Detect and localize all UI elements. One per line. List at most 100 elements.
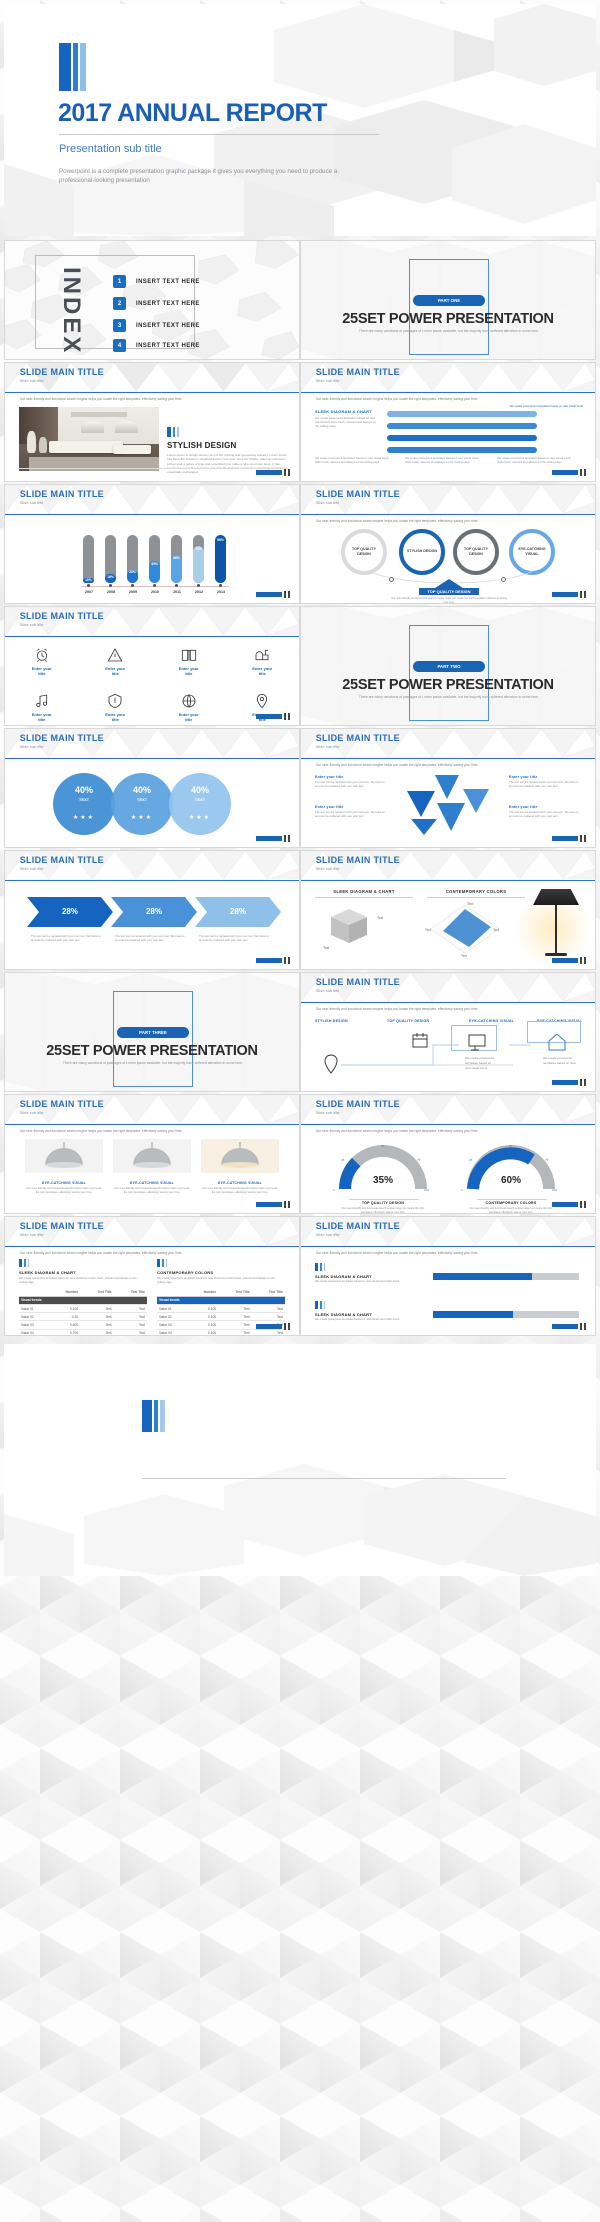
index-item-1[interactable]: 1 INSERT TEXT HERE bbox=[113, 275, 200, 288]
bullets-left-body: We create powerpoint templates based on … bbox=[315, 416, 376, 429]
slide-index[interactable]: INDEX 1 INSERT TEXT HERE 2 INSERT TEXT H… bbox=[4, 240, 300, 360]
index-item-4[interactable]: 4 INSERT TEXT HERE bbox=[113, 339, 200, 352]
icon-cell-music[interactable]: Enter your title bbox=[5, 693, 79, 723]
slide-icon-grid[interactable]: SLIDE MAIN TITLE Slide sub title Enter y… bbox=[4, 606, 300, 726]
svg-text:templates based on: templates based on bbox=[465, 1061, 492, 1065]
ring-3[interactable]: TOP QUALITY DESIGN bbox=[453, 529, 499, 575]
dome-lamp-icon bbox=[201, 1139, 279, 1173]
gauge-tick-75: 75 bbox=[417, 1158, 421, 1162]
slide-lede: Our user-friendly and functional search … bbox=[19, 397, 183, 401]
slide-subtitle: Slide sub title bbox=[19, 377, 44, 383]
icon-caption: Enter your title bbox=[252, 666, 273, 677]
slide-chevrons[interactable]: SLIDE MAIN TITLE Slide sub title 28% 28%… bbox=[4, 850, 300, 970]
slide-bullet-bars[interactable]: SLIDE MAIN TITLE Slide sub title Our use… bbox=[300, 362, 596, 482]
icon-cell-globe[interactable]: Enter your title bbox=[152, 693, 226, 723]
venn-circle-3[interactable]: 40% TEXT ★★★ bbox=[169, 773, 231, 835]
cell: 0.100 bbox=[187, 1304, 219, 1314]
slide-thermometer-chart[interactable]: SLIDE MAIN TITLE Slide sub title 10% 18%… bbox=[4, 484, 300, 604]
col-header: Text Title bbox=[80, 1288, 114, 1297]
slide-ring-diagram[interactable]: SLIDE MAIN TITLE Slide sub title Our use… bbox=[300, 484, 596, 604]
slide-pager bbox=[256, 713, 291, 721]
slide-lede: Our user-friendly and functional search … bbox=[315, 519, 479, 523]
index-item-2[interactable]: 2 INSERT TEXT HERE bbox=[113, 297, 200, 310]
dome-card-1[interactable]: EYE-CATCHING VISUAL Our user-friendly an… bbox=[25, 1139, 103, 1194]
icon-cell-warning[interactable]: Enter your title bbox=[79, 647, 153, 677]
cell: 0.100 bbox=[187, 1329, 219, 1335]
icon-caption: Enter your title bbox=[178, 711, 199, 723]
slide-tables[interactable]: SLIDE MAIN TITLE Slide sub title Our use… bbox=[4, 1216, 300, 1336]
icon-cell-mailbox[interactable]: Enter your title bbox=[226, 647, 300, 677]
slide-pager bbox=[552, 957, 587, 965]
svg-text:new visual trend.: new visual trend. bbox=[465, 1066, 488, 1070]
slide-gauges[interactable]: SLIDE MAIN TITLE Slide sub title Our use… bbox=[300, 1094, 596, 1214]
slide-thank-you[interactable]: THANK YOU Powerpoint is a complete prese… bbox=[4, 1344, 596, 1576]
table-row[interactable]: Value 01 0.100 Text Text bbox=[19, 1304, 147, 1314]
ring-1[interactable]: TOP QUALITY DESIGN bbox=[341, 529, 387, 575]
slide-venn-circles[interactable]: SLIDE MAIN TITLE Slide sub title 40% TEX… bbox=[4, 728, 300, 848]
index-item-number: 4 bbox=[113, 339, 126, 352]
chevron-3[interactable]: 28% bbox=[195, 897, 281, 927]
chevron-1[interactable]: 28% bbox=[27, 897, 113, 927]
minichart-right-title: CONTEMPORARY COLORS bbox=[445, 889, 507, 894]
venn-circle-1[interactable]: 40% TEXT ★★★ bbox=[53, 773, 115, 835]
progress-body-2: We create powerpoint templates based on … bbox=[315, 1318, 401, 1321]
slide-stylish-design[interactable]: SLIDE MAIN TITLE Slide sub title Our use… bbox=[4, 362, 300, 482]
slide-header: SLIDE MAIN TITLE Slide sub title bbox=[5, 607, 299, 637]
ring-label: TOP QUALITY DESIGN bbox=[463, 546, 489, 556]
table-row[interactable]: Value 04 0.700 Text Text bbox=[19, 1329, 147, 1335]
section-description: There are many variations of passages of… bbox=[358, 329, 540, 333]
venn-label: TEXT bbox=[78, 797, 90, 802]
slide-cover[interactable]: 2017 ANNUAL REPORT Presentation sub titl… bbox=[4, 4, 596, 236]
table-row[interactable]: Value 02 0.30 Text Text bbox=[19, 1312, 147, 1322]
table-row[interactable]: Value 02 0.100 Text Text bbox=[157, 1312, 285, 1322]
icon-cell-shield[interactable]: Enter your title bbox=[79, 693, 153, 723]
gauge-body-1: Our user-friendly and functional search … bbox=[341, 1207, 425, 1214]
slide-section-two[interactable]: PART TWO 25SET POWER PRESENTATION There … bbox=[300, 606, 596, 726]
slide-progress-bars[interactable]: SLIDE MAIN TITLE Slide sub title Our use… bbox=[300, 1216, 596, 1336]
slide-triangles[interactable]: SLIDE MAIN TITLE Slide sub title Our use… bbox=[300, 728, 596, 848]
dome-body: Our user-friendly and functional search … bbox=[114, 1187, 190, 1194]
slide-pager bbox=[552, 1201, 587, 1209]
icon-cell-alarm-clock[interactable]: Enter your title bbox=[5, 647, 79, 677]
gauge-rule-2 bbox=[477, 1199, 547, 1200]
venn-circle-2[interactable]: 40% TEXT ★★★ bbox=[111, 773, 173, 835]
mailbox-icon bbox=[255, 649, 269, 661]
bullets-right-col-1: We create powerpoint templates based on … bbox=[315, 456, 389, 464]
progress-body-1: We create powerpoint templates based on … bbox=[315, 1280, 401, 1283]
chevron-value: 28% bbox=[145, 907, 162, 916]
ring-4[interactable]: EYE-CATCHING VISUAL bbox=[509, 529, 555, 575]
thanks-divider bbox=[142, 1478, 506, 1479]
table-row[interactable]: Value 03 0.500 Text Text bbox=[19, 1320, 147, 1330]
table-row[interactable]: Value 01 0.100 Text Text bbox=[157, 1304, 285, 1314]
cell: Value 03 bbox=[157, 1320, 188, 1330]
dome-card-2[interactable]: EYE-CATCHING VISUAL Our user-friendly an… bbox=[113, 1139, 191, 1194]
data-table-left[interactable]: Number Text Title Text Title Visual tren… bbox=[19, 1288, 147, 1335]
index-item-label: INSERT TEXT HERE bbox=[136, 342, 200, 349]
icon-caption: Enter your title bbox=[31, 666, 52, 677]
svg-text:templates based on new.: templates based on new. bbox=[543, 1061, 576, 1065]
cover-divider bbox=[59, 134, 379, 135]
slide-dome-cards[interactable]: SLIDE MAIN TITLE Slide sub title Our use… bbox=[4, 1094, 300, 1214]
venn-label: TEXT bbox=[136, 797, 148, 802]
slide-mini-charts[interactable]: SLIDE MAIN TITLE Slide sub title SLEEK D… bbox=[300, 850, 596, 970]
icon-caption: Enter your title bbox=[105, 711, 126, 723]
icon-cell-book[interactable]: Enter your title bbox=[152, 647, 226, 677]
ring-2[interactable]: STYLISH DESIGN bbox=[399, 529, 445, 575]
minichart-right-rule bbox=[427, 897, 525, 898]
slide-header: SLIDE MAIN TITLE Slide sub title bbox=[5, 729, 299, 759]
index-item-3[interactable]: 3 INSERT TEXT HERE bbox=[113, 319, 200, 332]
thermometer-2011: 58% bbox=[171, 535, 182, 583]
gauge-title-2: CONTEMPORARY COLORS bbox=[485, 1201, 537, 1205]
cover-description: Powerpoint is a complete presentation gr… bbox=[59, 168, 338, 185]
slide-section-one[interactable]: PART ONE 25SET POWER PRESENTATION There … bbox=[300, 240, 596, 360]
col-header: Text Title bbox=[218, 1288, 252, 1297]
slide-section-three[interactable]: PART THREE 25SET POWER PRESENTATION Ther… bbox=[4, 972, 300, 1092]
ring-arrow bbox=[435, 579, 463, 588]
section-title: 25SET POWER PRESENTATION bbox=[342, 311, 554, 327]
col-header bbox=[19, 1288, 50, 1297]
dome-card-3[interactable]: EYE-CATCHING VISUAL Our user-friendly an… bbox=[201, 1139, 279, 1194]
slide-title: SLIDE MAIN TITLE bbox=[19, 854, 104, 865]
table-group-row: Visual trends bbox=[19, 1296, 147, 1305]
slide-process-diagram[interactable]: SLIDE MAIN TITLE Slide sub title Our use… bbox=[300, 972, 596, 1092]
chevron-2[interactable]: 28% bbox=[111, 897, 197, 927]
